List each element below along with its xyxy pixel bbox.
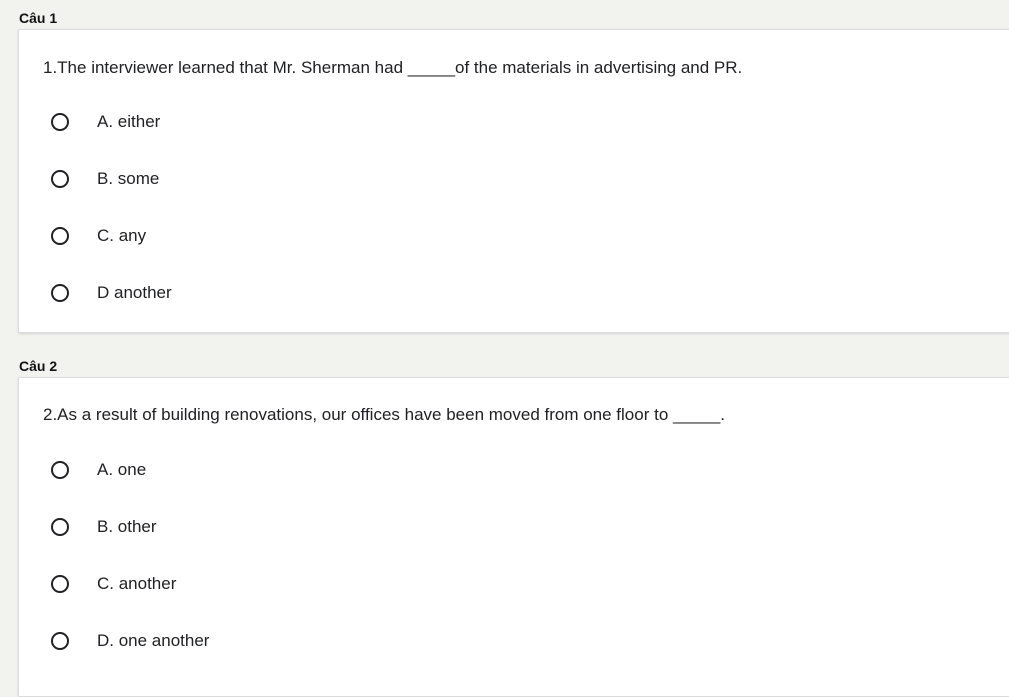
option-label: A. one bbox=[97, 460, 147, 479]
option-label: C. another bbox=[97, 574, 177, 593]
radio-unchecked-icon[interactable] bbox=[51, 461, 69, 479]
question-2-option-c[interactable]: C. another bbox=[51, 572, 451, 596]
question-2-text: 2.As a result of building renovations, o… bbox=[43, 405, 725, 424]
option-label: B. some bbox=[97, 169, 160, 188]
option-label: B. other bbox=[97, 517, 157, 536]
radio-unchecked-icon[interactable] bbox=[51, 113, 69, 131]
question-1-label: Câu 1 bbox=[19, 10, 58, 26]
question-2-card: 2.As a result of building renovations, o… bbox=[18, 377, 1009, 697]
option-label: D. one another bbox=[97, 631, 210, 650]
radio-unchecked-icon[interactable] bbox=[51, 518, 69, 536]
radio-unchecked-icon[interactable] bbox=[51, 575, 69, 593]
question-1-option-c[interactable]: C. any bbox=[51, 224, 451, 248]
radio-unchecked-icon[interactable] bbox=[51, 632, 69, 650]
question-1-card: 1.The interviewer learned that Mr. Sherm… bbox=[18, 29, 1009, 333]
question-1-option-d[interactable]: D another bbox=[51, 281, 451, 305]
question-1-option-b[interactable]: B. some bbox=[51, 167, 451, 191]
question-2-option-d[interactable]: D. one another bbox=[51, 629, 451, 653]
question-2-option-b[interactable]: B. other bbox=[51, 515, 451, 539]
radio-unchecked-icon[interactable] bbox=[51, 170, 69, 188]
question-2-label: Câu 2 bbox=[19, 358, 58, 374]
question-2-option-a[interactable]: A. one bbox=[51, 458, 451, 482]
option-label: D another bbox=[97, 283, 172, 302]
radio-unchecked-icon[interactable] bbox=[51, 227, 69, 245]
option-label: A. either bbox=[97, 112, 161, 131]
option-label: C. any bbox=[97, 226, 147, 245]
question-1-option-a[interactable]: A. either bbox=[51, 110, 451, 134]
question-1-text: 1.The interviewer learned that Mr. Sherm… bbox=[43, 58, 743, 77]
radio-unchecked-icon[interactable] bbox=[51, 284, 69, 302]
